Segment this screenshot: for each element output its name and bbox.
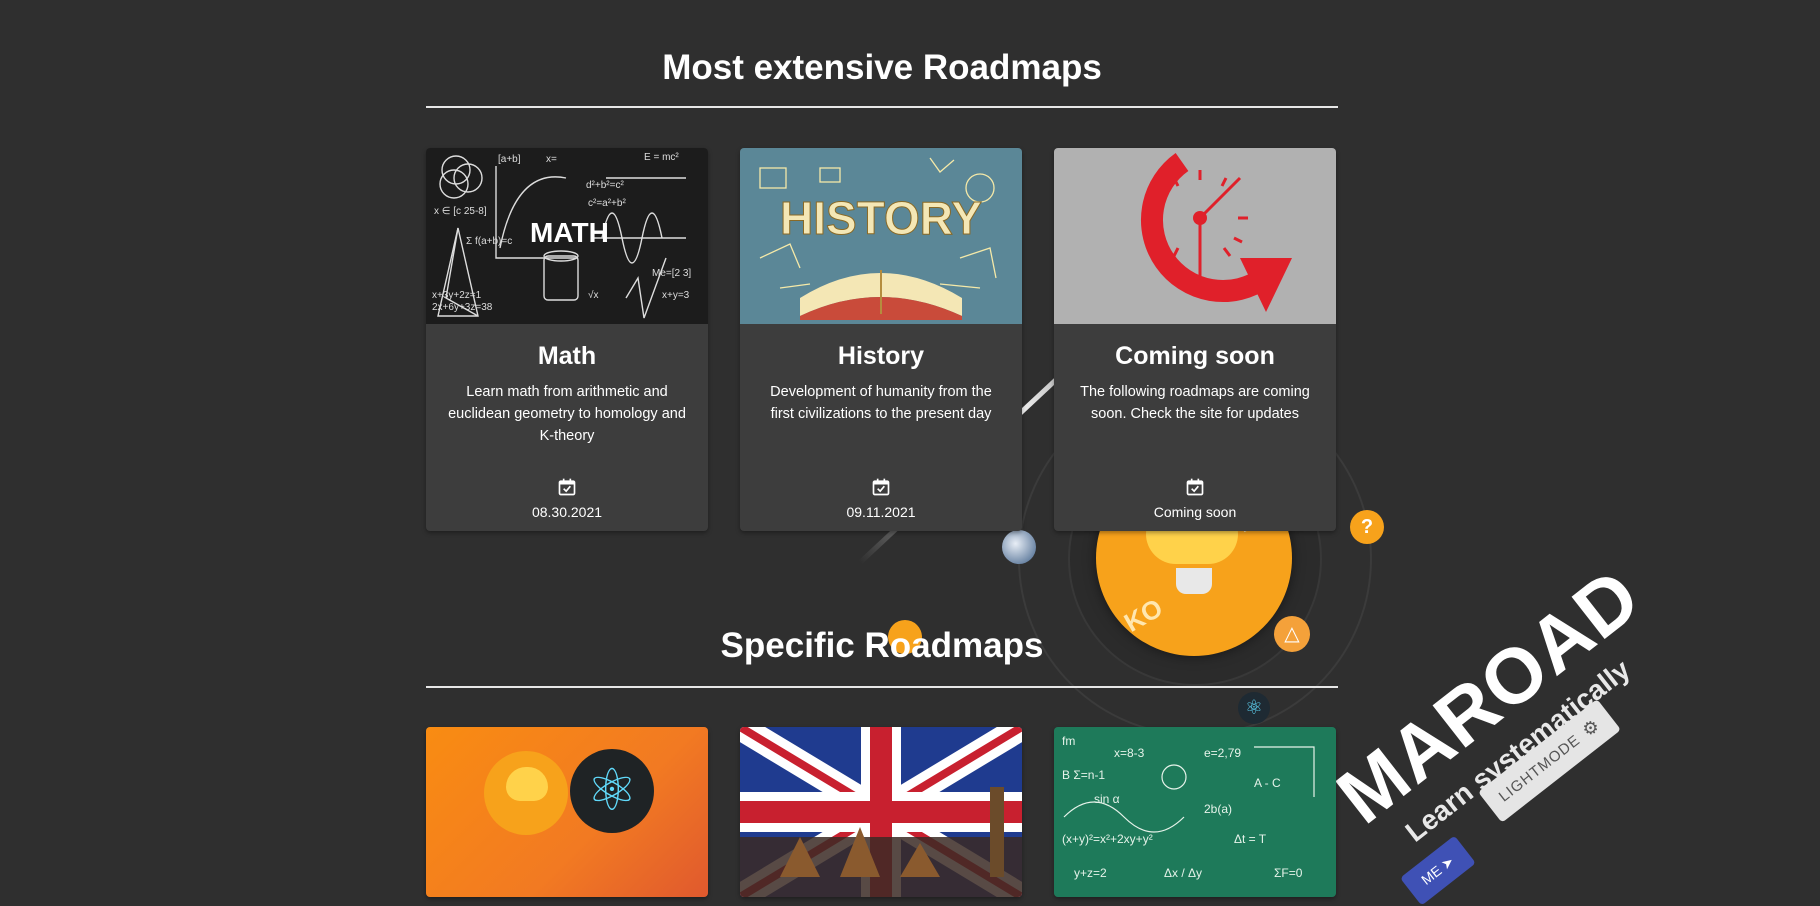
send-icon: ➤	[1437, 852, 1457, 873]
svg-text:e=2,79: e=2,79	[1204, 746, 1241, 760]
physics-formulas-illustration: fm x=8-3 e=2,79 B Σ=n-1 A - C sin α 2b(a) (x…	[1062, 734, 1315, 880]
card-description: Development of humanity from the first c…	[770, 384, 992, 422]
svg-text:2b(a): 2b(a)	[1204, 802, 1232, 816]
roadmap-card-coming-soon[interactable]: Coming soon The following roadmaps are c…	[1054, 148, 1336, 531]
react-logo-icon: ⚛	[570, 749, 654, 833]
react-planet-icon: ⚛	[1238, 692, 1270, 724]
card-title: History	[837, 342, 925, 370]
svg-text:Σ f(a+b)=c: Σ f(a+b)=c	[466, 236, 512, 247]
bulb-base-icon	[1176, 568, 1212, 594]
svg-text:y+z=2: y+z=2	[1074, 866, 1107, 880]
calendar-check-icon	[872, 478, 890, 496]
math-formulas-illustration: [a+b] x= E = mc² d²+b²=c² c²=a²+b² x ∈ [c 2…	[432, 152, 691, 319]
svg-text:fm: fm	[1062, 734, 1075, 748]
roadmap-card-physics[interactable]: fm x=8-3 e=2,79 B Σ=n-1 A - C sin α 2b(a) (x…	[1054, 727, 1336, 897]
history-book-illustration: HISTORY	[759, 157, 997, 320]
card-title: Math	[537, 342, 597, 370]
svg-text:[a+b]: [a+b]	[498, 154, 521, 165]
svg-text:d²+b²=c²: d²+b²=c²	[586, 180, 624, 191]
gear-icon: ⚙	[1578, 714, 1605, 741]
roadmap-card-english[interactable]	[740, 727, 1022, 897]
svg-text:x=8-3: x=8-3	[1114, 746, 1145, 760]
card-date: 09.11.2021	[846, 504, 916, 520]
roadmap-card-math[interactable]: [a+b] x= E = mc² d²+b²=c² c²=a²+b² x ∈ [c 2…	[426, 148, 708, 531]
history-book-image: HISTORY	[740, 148, 1022, 324]
svg-text:Δx / Δy: Δx / Δy	[1164, 866, 1202, 880]
svg-text:(x+y)²=x²+2xy+y²: (x+y)²=x²+2xy+y²	[1062, 832, 1153, 846]
card-date: 08.30.2021	[531, 504, 603, 520]
react-roadmap-image: ⚛	[426, 727, 708, 897]
signin-label: ME	[1418, 862, 1445, 888]
card-date: Coming soon	[1153, 504, 1237, 520]
calendar-check-icon	[558, 478, 576, 496]
roadmap-card-history[interactable]: HISTORY History Development of humanity …	[740, 148, 1022, 531]
earth-planet-icon	[1002, 530, 1036, 564]
svg-text:Me=[2 3]: Me=[2 3]	[652, 268, 691, 279]
section-title-specific: Specific Roadmaps	[720, 626, 1044, 665]
card-description: Learn math from arithmetic and euclidean…	[448, 384, 686, 444]
svg-text:√x: √x	[588, 289, 599, 301]
calendar-check-icon	[1186, 478, 1204, 496]
svg-text:Δt = T: Δt = T	[1234, 832, 1267, 846]
svg-text:HISTORY: HISTORY	[780, 192, 982, 244]
green-chalkboard-image: fm x=8-3 e=2,79 B Σ=n-1 A - C sin α 2b(a) (x…	[1054, 727, 1336, 897]
svg-text:sin α: sin α	[1094, 792, 1120, 806]
svg-text:MATH: MATH	[530, 217, 609, 248]
svg-text:x+3y+2z=1: x+3y+2z=1	[432, 290, 482, 301]
brain-icon	[506, 767, 548, 801]
svg-text:2x+6y+3z=38: 2x+6y+3z=38	[432, 302, 493, 313]
clock-image	[1054, 148, 1336, 324]
section-title-extensive: Most extensive Roadmaps	[662, 48, 1102, 87]
section-divider	[426, 686, 1338, 688]
uk-flag-image	[740, 727, 1022, 897]
section-divider	[426, 106, 1338, 108]
svg-text:E = mc²: E = mc²	[644, 152, 679, 163]
card-description: The following roadmaps are coming soon. …	[1080, 384, 1310, 422]
svg-text:B Σ=n-1: B Σ=n-1	[1062, 768, 1105, 782]
math-chalkboard-image: [a+b] x= E = mc² d²+b²=c² c²=a²+b² x ∈ [c 2…	[426, 148, 708, 324]
koma-logo-icon	[484, 751, 568, 835]
svg-text:ΣF=0: ΣF=0	[1274, 866, 1303, 880]
card-title: Coming soon	[1115, 342, 1275, 370]
svg-text:x ∈ [c 25-8]: x ∈ [c 25-8]	[434, 206, 487, 217]
svg-text:A - C: A - C	[1254, 776, 1281, 790]
roadmap-card-react[interactable]: ⚛	[426, 727, 708, 897]
svg-text:x=: x=	[546, 154, 557, 165]
clock-icon	[1140, 153, 1292, 312]
question-planet-icon: ?	[1350, 510, 1384, 544]
svg-text:x+y=3: x+y=3	[662, 290, 690, 301]
union-jack-illustration	[740, 727, 1022, 897]
svg-text:c²=a²+b²: c²=a²+b²	[588, 198, 626, 209]
